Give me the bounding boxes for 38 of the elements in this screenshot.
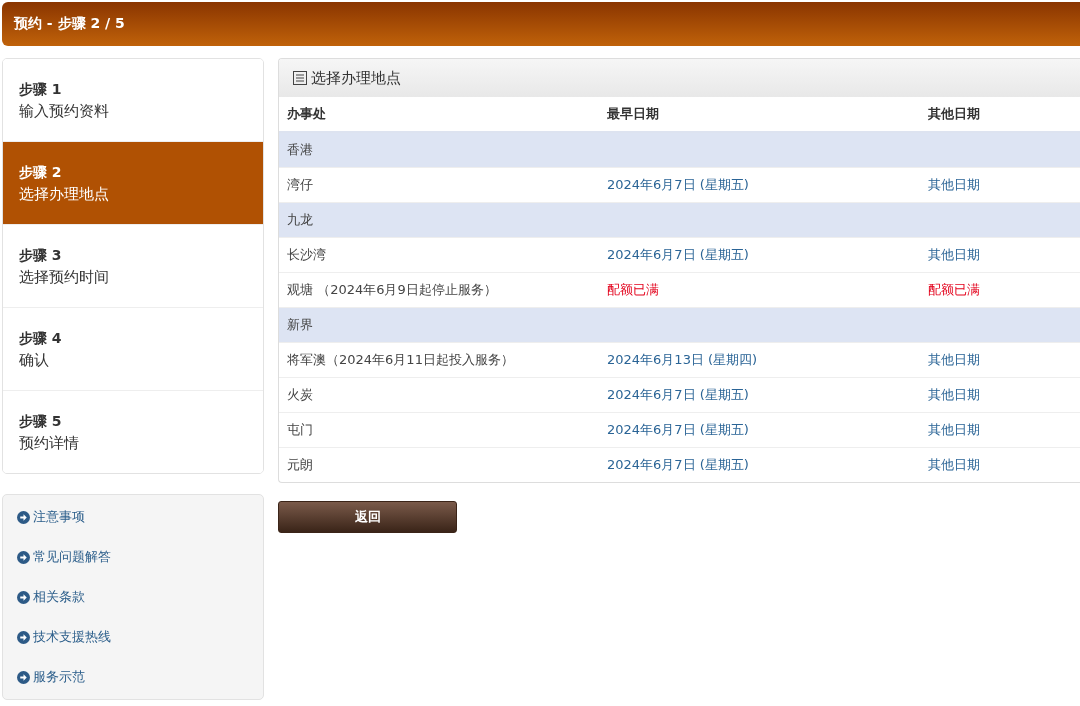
back-button[interactable]: 返回 [278, 501, 457, 533]
region-row: 新界 [279, 307, 1080, 343]
sidebar-link[interactable]: 服务示范 [3, 657, 263, 697]
list-icon [293, 71, 307, 85]
office-cell: 火炭 [279, 377, 599, 413]
date-link[interactable]: 2024年6月13日 (星期四) [607, 352, 758, 367]
date-link[interactable]: 2024年6月7日 (星期五) [607, 177, 749, 192]
other-dates-link[interactable]: 其他日期 [928, 352, 980, 367]
other-dates-link[interactable]: 其他日期 [928, 422, 980, 437]
quota-full-text: 配额已满 [607, 282, 659, 297]
quota-full-text: 配额已满 [928, 282, 980, 297]
other-dates-link[interactable]: 其他日期 [928, 177, 980, 192]
sidebar-link[interactable]: 常见问题解答 [3, 537, 263, 577]
date-link[interactable]: 2024年6月7日 (星期五) [607, 387, 749, 402]
date-link[interactable]: 2024年6月7日 (星期五) [607, 457, 749, 472]
step-item[interactable]: 步骤 1 输入预约资料 [3, 59, 263, 142]
other-dates-link[interactable]: 其他日期 [928, 247, 980, 262]
arrow-circle-icon [17, 590, 30, 604]
region-row: 香港 [279, 132, 1080, 168]
sidebar-link[interactable]: 技术支援热线 [3, 617, 263, 657]
region-row: 九龙 [279, 202, 1080, 238]
panel-title: 选择办理地点 [311, 68, 401, 88]
office-cell: 屯门 [279, 412, 599, 448]
step-item[interactable]: 步骤 2 选择办理地点 [3, 142, 263, 225]
arrow-circle-icon [17, 670, 30, 684]
arrow-circle-icon [17, 550, 30, 564]
sidebar-link[interactable]: 相关条款 [3, 577, 263, 617]
office-cell: 将军澳（2024年6月11日起投入服务） [279, 342, 599, 378]
date-link[interactable]: 2024年6月7日 (星期五) [607, 422, 749, 437]
arrow-circle-icon [17, 510, 30, 524]
office-cell: 长沙湾 [279, 237, 599, 273]
other-dates-link[interactable]: 其他日期 [928, 387, 980, 402]
date-link[interactable]: 2024年6月7日 (星期五) [607, 247, 749, 262]
sidebar-link[interactable]: 注意事项 [3, 497, 263, 537]
arrow-circle-icon [17, 630, 30, 644]
other-dates-link[interactable]: 其他日期 [928, 457, 980, 472]
office-cell: 元朗 [279, 447, 599, 482]
page-title: 预约 - 步骤 2 / 5 [14, 15, 125, 33]
